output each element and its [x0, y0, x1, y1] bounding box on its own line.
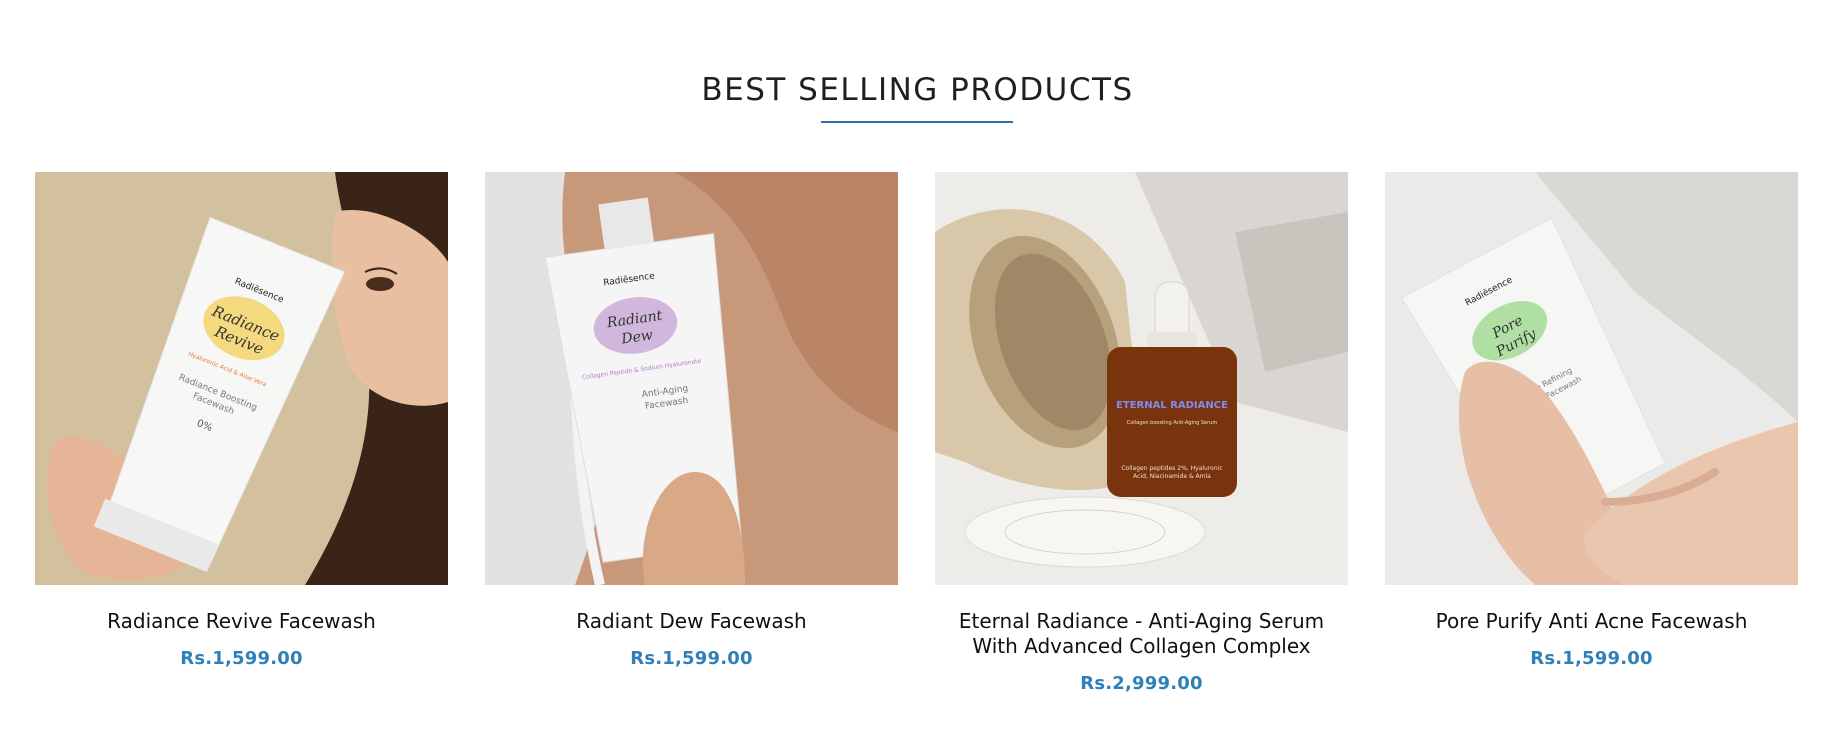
title-underline: [821, 121, 1013, 123]
product-image[interactable]: Radiēsence Pore Purify Pore Refining Acn…: [1385, 172, 1798, 585]
facewash-yellow-photo-icon: Radiēsence Radiance Revive Hyaluronic Ac…: [35, 172, 448, 585]
product-grid: Radiēsence Radiance Revive Hyaluronic Ac…: [35, 172, 1800, 694]
section-title: BEST SELLING PRODUCTS: [701, 72, 1134, 108]
facewash-green-photo-icon: Radiēsence Pore Purify Pore Refining Acn…: [1385, 172, 1798, 585]
best-selling-section: BEST SELLING PRODUCTS Radiēsence Radianc…: [0, 0, 1835, 730]
product-image[interactable]: Radiēsence Radiance Revive Hyaluronic Ac…: [35, 172, 448, 585]
serum-bottle-photo-icon: ETERNAL RADIANCE Collagen boosting Anti-…: [935, 172, 1348, 585]
product-card[interactable]: ETERNAL RADIANCE Collagen boosting Anti-…: [935, 172, 1348, 694]
product-name[interactable]: Radiant Dew Facewash: [485, 609, 898, 634]
product-image[interactable]: ETERNAL RADIANCE Collagen boosting Anti-…: [935, 172, 1348, 585]
svg-text:Collagen boosting Anti-Aging S: Collagen boosting Anti-Aging Serum: [1127, 420, 1218, 426]
product-name[interactable]: Eternal Radiance - Anti-Aging Serum With…: [935, 609, 1348, 659]
product-card[interactable]: Radiēsence Radiance Revive Hyaluronic Ac…: [35, 172, 448, 694]
svg-text:ETERNAL RADIANCE: ETERNAL RADIANCE: [1116, 400, 1228, 411]
product-card[interactable]: Radiēsence Radiant Dew Collagen Peptide …: [485, 172, 898, 694]
product-price: Rs.1,599.00: [630, 648, 753, 669]
svg-text:Acid, Niacinamide & Amla: Acid, Niacinamide & Amla: [1133, 473, 1211, 480]
product-price: Rs.1,599.00: [1530, 648, 1653, 669]
product-price: Rs.1,599.00: [180, 648, 303, 669]
product-price: Rs.2,999.00: [1080, 673, 1203, 694]
product-image[interactable]: Radiēsence Radiant Dew Collagen Peptide …: [485, 172, 898, 585]
product-name[interactable]: Pore Purify Anti Acne Facewash: [1385, 609, 1798, 634]
product-name[interactable]: Radiance Revive Facewash: [35, 609, 448, 634]
product-card[interactable]: Radiēsence Pore Purify Pore Refining Acn…: [1385, 172, 1798, 694]
svg-text:Collagen peptides 2%, Hyaluron: Collagen peptides 2%, Hyaluronic: [1121, 465, 1222, 472]
facewash-purple-photo-icon: Radiēsence Radiant Dew Collagen Peptide …: [485, 172, 898, 585]
